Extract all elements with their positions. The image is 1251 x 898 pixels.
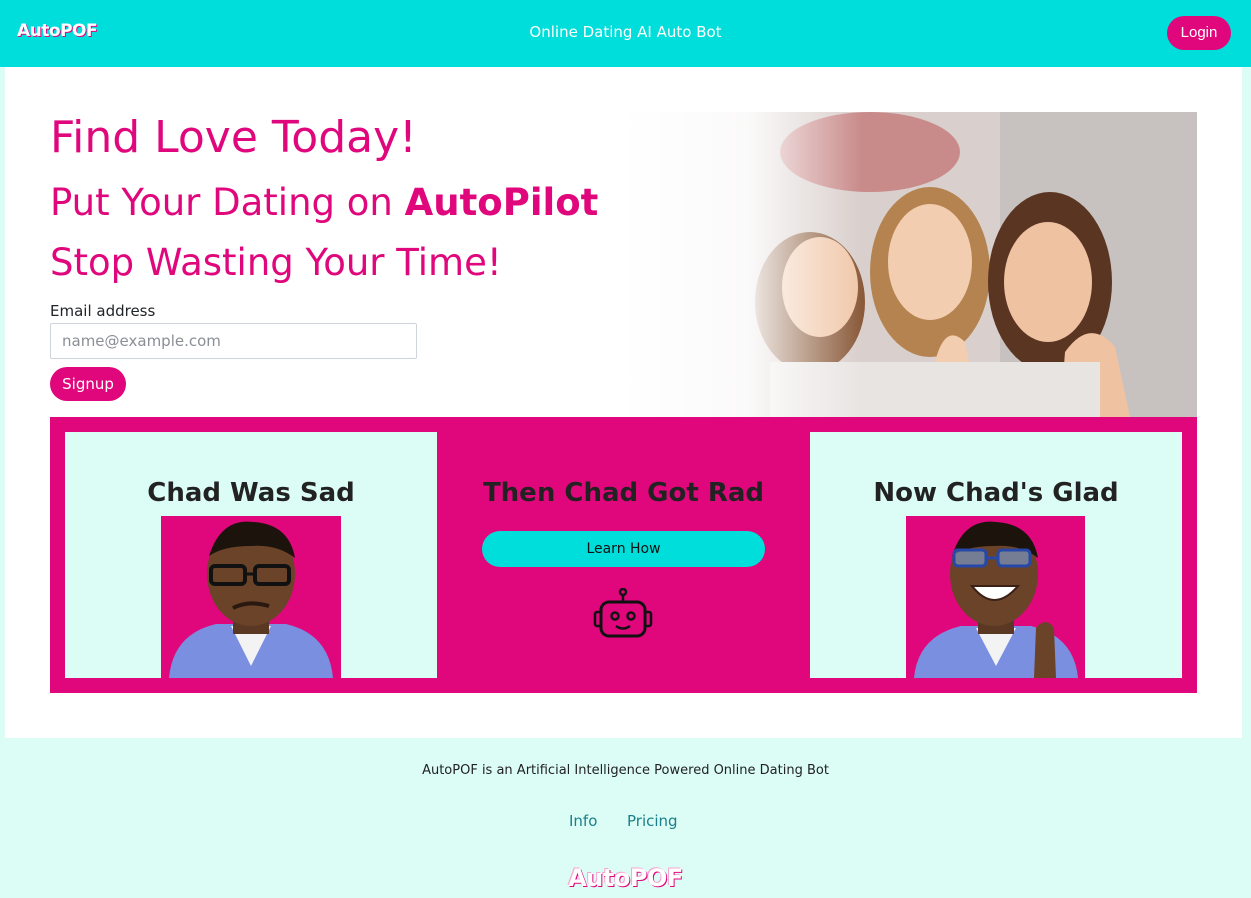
hero-photo-illustration xyxy=(620,112,1197,417)
footer-link-pricing[interactable]: Pricing xyxy=(627,812,678,830)
learn-how-button[interactable]: Learn How xyxy=(482,531,765,567)
hero-subhead: Put Your Dating on AutoPilot xyxy=(50,181,598,224)
footer-description: AutoPOF is an Artificial Intelligence Po… xyxy=(422,763,829,778)
glad-card: Now Chad's Glad xyxy=(810,432,1182,678)
hero-subhead-2: Stop Wasting Your Time! xyxy=(50,241,502,284)
signup-button[interactable]: Signup xyxy=(50,367,126,401)
login-button[interactable]: Login xyxy=(1167,16,1231,50)
nav-tagline: Online Dating AI Auto Bot xyxy=(529,23,722,41)
glad-face-illustration xyxy=(914,521,1078,678)
story-band: Chad Was Sad Then Chad Got Rad Learn How xyxy=(50,417,1197,693)
email-field[interactable] xyxy=(50,323,417,359)
navbar: AutoPOF Online Dating AI Auto Bot Login xyxy=(0,0,1251,67)
sad-portrait xyxy=(161,516,341,678)
hero-subhead-prefix: Put Your Dating on xyxy=(50,181,405,224)
sad-card-title: Chad Was Sad xyxy=(147,478,355,508)
hero-headline: Find Love Today! xyxy=(50,112,417,163)
robot-icon xyxy=(593,588,653,638)
glad-card-title: Now Chad's Glad xyxy=(873,478,1119,508)
hero-subhead-bold: AutoPilot xyxy=(404,181,599,224)
rad-title: Then Chad Got Rad xyxy=(482,478,765,508)
sad-card: Chad Was Sad xyxy=(65,432,437,678)
footer-link-info[interactable]: Info xyxy=(569,812,597,830)
hero-photo xyxy=(620,112,1197,417)
footer-logo[interactable]: AutoPOF xyxy=(0,864,1251,892)
email-label: Email address xyxy=(50,302,156,320)
sad-face-illustration xyxy=(169,521,333,678)
glad-portrait xyxy=(906,516,1085,678)
